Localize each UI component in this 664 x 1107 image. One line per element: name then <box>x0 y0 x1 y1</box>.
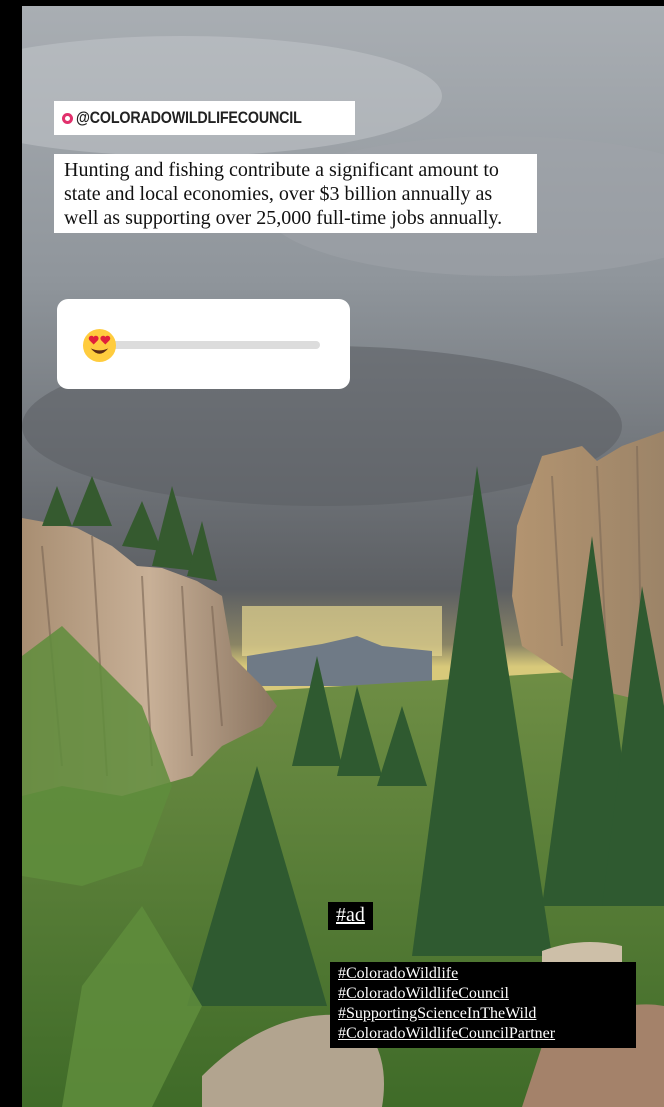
heart-eyes-emoji-icon[interactable] <box>82 328 117 363</box>
caption-text: Hunting and fishing contribute a signifi… <box>54 154 537 233</box>
at-sign-icon <box>62 112 73 124</box>
mention-username: @COLORADOWILDLIFECOUNCIL <box>76 108 302 127</box>
hashtag-link[interactable]: #ColoradoWildlife <box>338 964 636 984</box>
ad-hashtag[interactable]: #ad <box>328 902 373 930</box>
hashtag-link[interactable]: #SupportingScienceInTheWild <box>338 1004 636 1024</box>
hashtag-link[interactable]: #ColoradoWildlifeCouncil <box>338 984 636 1004</box>
story-frame: @COLORADOWILDLIFECOUNCIL Hunting and fis… <box>22 6 664 1107</box>
slider-track[interactable] <box>101 341 320 349</box>
emoji-slider-sticker[interactable] <box>57 299 350 389</box>
hashtag-sticker: #ColoradoWildlife #ColoradoWildlifeCounc… <box>330 962 636 1048</box>
hashtag-link[interactable]: #ColoradoWildlifeCouncilPartner <box>338 1024 636 1044</box>
mention-sticker[interactable]: @COLORADOWILDLIFECOUNCIL <box>54 101 355 135</box>
